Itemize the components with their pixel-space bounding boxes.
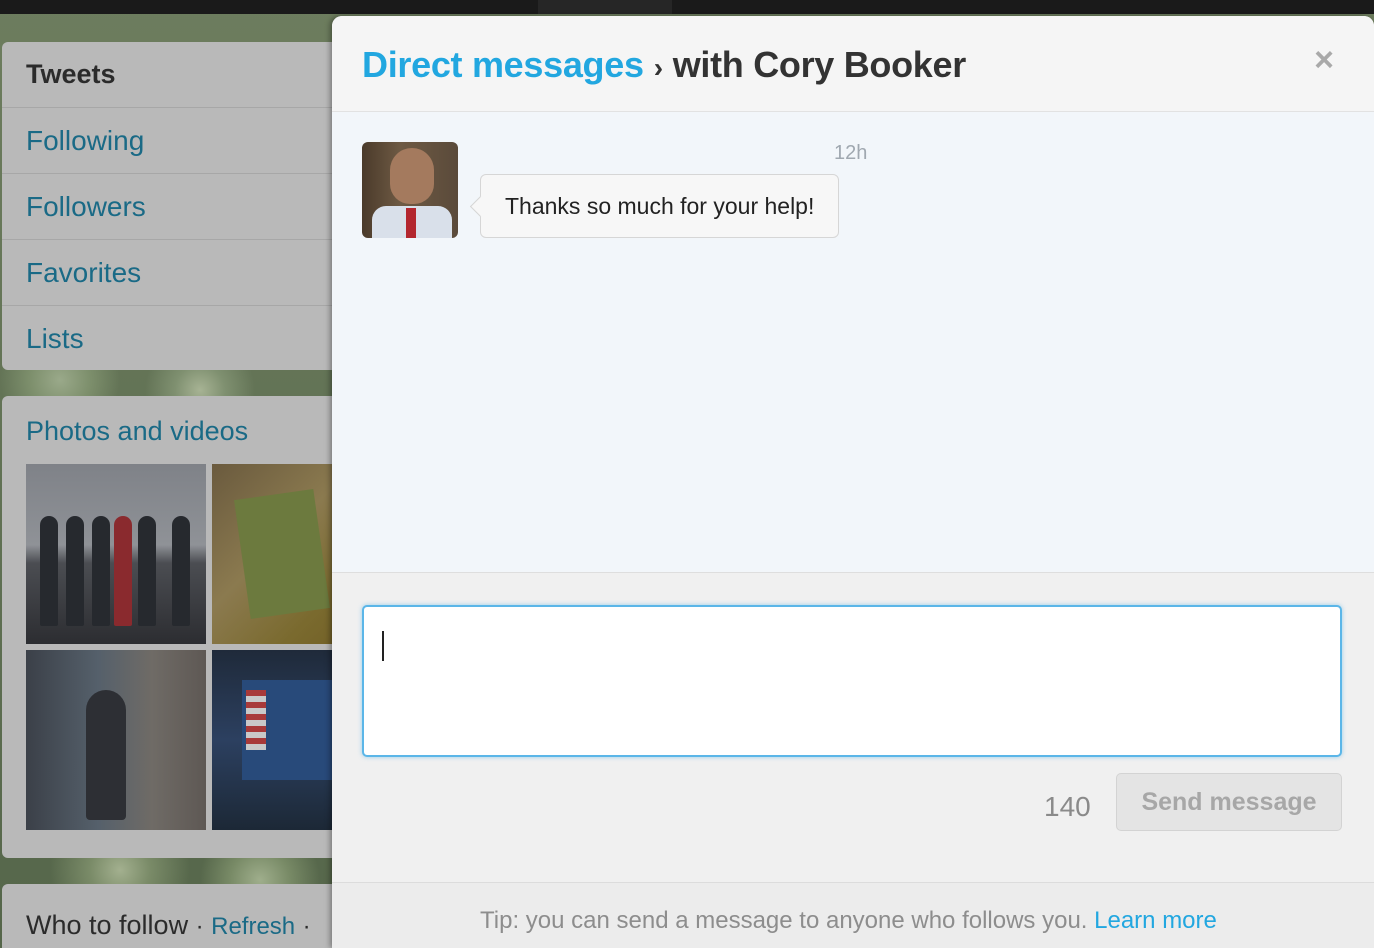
photo-thumbnail[interactable] [26, 650, 206, 830]
photos-title[interactable]: Photos and videos [26, 416, 248, 447]
direct-messages-link[interactable]: Direct messages [362, 44, 644, 85]
dialog-title: Direct messages › with Cory Booker [362, 44, 966, 86]
photos-videos-card: Photos and videos [2, 396, 392, 858]
message-timestamp: 12h [834, 142, 868, 164]
message-input[interactable] [362, 605, 1342, 757]
photo-figure [246, 690, 266, 750]
separator-dot: · [302, 913, 311, 940]
top-bar [0, 0, 1374, 14]
who-to-follow-label: Who to follow [26, 910, 189, 940]
nav-item-following[interactable]: Following [2, 108, 342, 174]
photo-figure [66, 516, 84, 626]
avatar-tie [406, 208, 416, 238]
photo-figure [138, 516, 156, 626]
tip-text: Tip: you can send a message to anyone wh… [480, 907, 1217, 935]
message-text: Thanks so much for your help! [505, 192, 815, 219]
nav-item-favorites[interactable]: Favorites [2, 240, 342, 306]
refresh-link[interactable]: Refresh [211, 913, 295, 940]
text-caret [382, 631, 384, 661]
character-counter: 140 [1044, 791, 1091, 822]
send-message-button[interactable]: Send message [1116, 773, 1342, 831]
dialog-footer: Tip: you can send a message to anyone wh… [332, 882, 1374, 948]
close-icon[interactable]: × [1310, 43, 1338, 77]
who-to-follow-card: Who to follow · Refresh · [2, 884, 342, 948]
photo-figure [86, 690, 126, 820]
conversation-thread: 12h Thanks so much for your help! [332, 112, 1374, 572]
profile-nav: Tweets Following Followers Favorites Lis… [2, 42, 342, 370]
photo-figure [92, 516, 110, 626]
photo-thumbnail[interactable] [26, 464, 206, 644]
photo-figure [172, 516, 190, 626]
nav-item-lists[interactable]: Lists [2, 306, 342, 370]
message-bubble: Thanks so much for your help! [480, 174, 840, 238]
message-composer: 140 Send message [332, 572, 1374, 882]
photo-figure [114, 516, 132, 626]
who-to-follow-title: Who to follow · Refresh · [26, 910, 311, 941]
photo-figure [40, 516, 58, 626]
avatar-face [390, 148, 434, 204]
tip-message: Tip: you can send a message to anyone wh… [480, 907, 1088, 934]
nav-item-followers[interactable]: Followers [2, 174, 342, 240]
dialog-header: Direct messages › with Cory Booker × [332, 16, 1374, 112]
breadcrumb-separator: › [653, 52, 663, 83]
learn-more-link[interactable]: Learn more [1094, 907, 1217, 934]
avatar[interactable] [362, 142, 458, 238]
photo-figure [234, 489, 330, 619]
nav-item-tweets[interactable]: Tweets [2, 42, 342, 108]
conversation-partner: with Cory Booker [672, 44, 967, 85]
direct-messages-dialog: Direct messages › with Cory Booker × 12h T… [332, 16, 1374, 948]
separator-dot: · [195, 913, 204, 940]
top-bar-segment [538, 0, 672, 14]
